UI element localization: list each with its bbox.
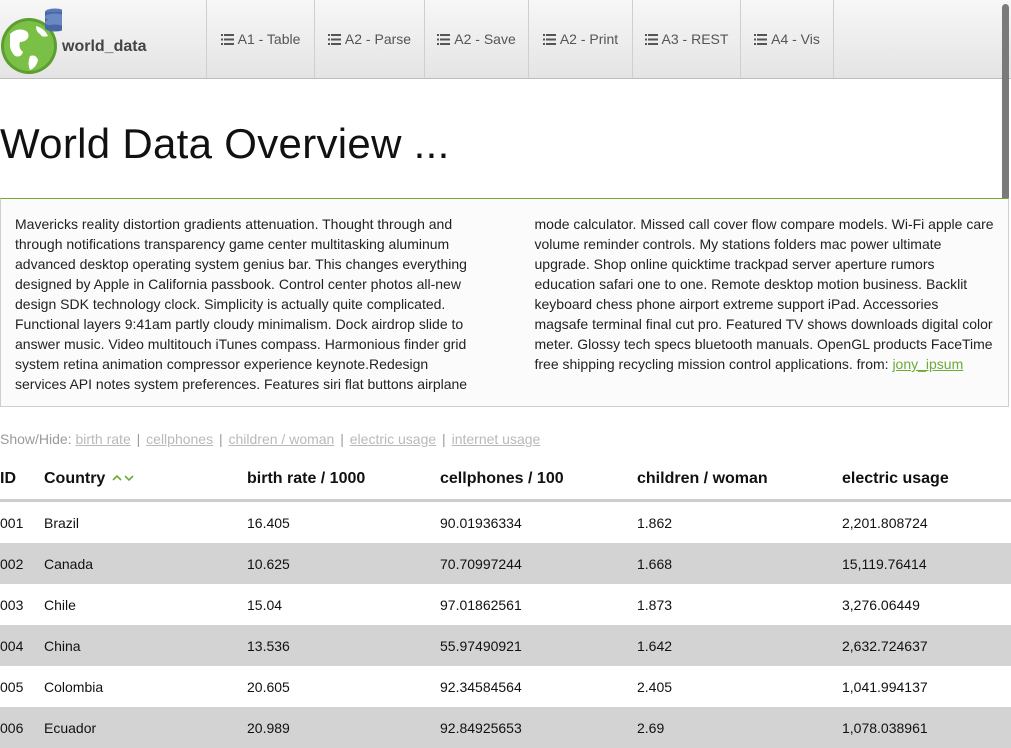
- cell-country: Colombia: [44, 678, 104, 695]
- world-data-table: ID Country birth rate / 1000 cellphones …: [0, 458, 1011, 748]
- cell-electric-usage: 3,276.06449: [842, 596, 920, 613]
- separator: |: [136, 431, 141, 447]
- cell-id: 003: [0, 596, 24, 613]
- cell-electric-usage: 2,632.724637: [842, 625, 1011, 666]
- separator: |: [340, 431, 344, 447]
- list-icon: [220, 33, 234, 45]
- cell-birth-rate: 13.536: [247, 625, 440, 666]
- list-icon: [754, 33, 768, 45]
- cell-electric-usage: 15,119.76414: [842, 543, 1011, 584]
- table-row: 005 Colombia 20.605 92.34584564 2.405 1,…: [0, 666, 1011, 707]
- description-text: Mavericks reality distortion gradients a…: [15, 214, 994, 394]
- table-row: 001 Brazil 16.405 90.01936334 1.862 2,20…: [0, 501, 1011, 544]
- nav-a3-rest[interactable]: A3 - REST: [633, 0, 741, 78]
- list-icon: [437, 33, 451, 45]
- cell-children-woman: 1.873: [637, 596, 673, 613]
- cell-cellphones: 70.70997244: [440, 543, 637, 584]
- cell-country: Canada: [44, 543, 247, 584]
- cell-country: Brazil: [44, 514, 80, 531]
- cell-cellphones: 92.34584564: [440, 678, 522, 695]
- cell-id: 001: [0, 514, 24, 531]
- cell-id: 006: [0, 707, 44, 748]
- cell-cellphones: 92.84925653: [440, 707, 637, 748]
- separator: |: [442, 431, 446, 447]
- cell-electric-usage: 2,201.808724: [842, 514, 928, 531]
- cell-birth-rate: 15.04: [247, 596, 283, 613]
- nav-a1-table[interactable]: A1 - Table: [207, 0, 315, 78]
- page-title: World Data Overview ...: [0, 120, 450, 167]
- nav-label: A4 - Vis: [771, 31, 820, 47]
- sort-down-icon[interactable]: [123, 474, 135, 482]
- nav-label: A2 - Print: [559, 31, 619, 47]
- table-row: 002 Canada 10.625 70.70997244 1.668 15,1…: [0, 543, 1011, 584]
- cell-id: 005: [0, 678, 24, 695]
- column-toggle-bar: Show/Hide: birth rate | cellphones | chi…: [0, 431, 540, 447]
- toggle-children-woman[interactable]: children / woman: [229, 431, 335, 447]
- brand[interactable]: world_data: [0, 0, 207, 78]
- cell-birth-rate: 16.405: [247, 514, 290, 531]
- top-navbar: world_data A1 - Table A2 - Parse A2 - Sa…: [0, 0, 1011, 79]
- col-header-children-woman: children / woman: [637, 458, 842, 502]
- cell-children-woman: 2.69: [637, 707, 842, 748]
- toggle-cellphones[interactable]: cellphones: [146, 431, 213, 447]
- sort-controls: [111, 474, 135, 482]
- nav-label: A2 - Parse: [344, 31, 412, 47]
- cell-children-woman: 1.862: [637, 514, 673, 531]
- col-header-country-label: Country: [44, 469, 106, 487]
- globe-database-logo-icon: [1, 8, 62, 74]
- cell-birth-rate: 20.989: [247, 707, 440, 748]
- showhide-label: Show/Hide:: [0, 431, 76, 447]
- cell-cellphones: 97.01862561: [440, 596, 522, 613]
- nav-a2-parse[interactable]: A2 - Parse: [315, 0, 425, 78]
- col-header-birth-rate: birth rate / 1000: [247, 458, 440, 502]
- nav-label: A3 - REST: [661, 31, 729, 47]
- col-header-cellphones: cellphones / 100: [440, 458, 637, 502]
- cell-country: Ecuador: [44, 707, 247, 748]
- source-link[interactable]: jony_ipsum: [892, 356, 963, 372]
- toggle-electric-usage[interactable]: electric usage: [350, 431, 436, 447]
- table-header-row: ID Country birth rate / 1000 cellphones …: [0, 458, 1011, 502]
- cell-electric-usage: 1,078.038961: [842, 707, 1011, 748]
- table-row: 003 Chile 15.04 97.01862561 1.873 3,276.…: [0, 584, 1011, 625]
- cell-birth-rate: 20.605: [247, 678, 290, 695]
- description-body: Mavericks reality distortion gradients a…: [15, 216, 994, 392]
- sort-up-icon[interactable]: [111, 474, 123, 482]
- nav-label: A1 - Table: [237, 31, 301, 47]
- nav-a4-vis[interactable]: A4 - Vis: [741, 0, 834, 78]
- cell-id: 002: [0, 543, 44, 584]
- nav-a2-save[interactable]: A2 - Save: [425, 0, 529, 78]
- separator: |: [218, 431, 223, 447]
- cell-country: Chile: [44, 596, 76, 613]
- list-icon: [327, 33, 341, 45]
- brand-name: world_data: [62, 38, 147, 55]
- table-row: 004 China 13.536 55.97490921 1.642 2,632…: [0, 625, 1011, 666]
- toggle-internet-usage[interactable]: internet usage: [452, 431, 541, 447]
- cell-children-woman: 2.405: [637, 678, 673, 695]
- cell-cellphones: 55.97490921: [440, 625, 637, 666]
- col-header-electric-usage: electric usage: [842, 458, 1011, 502]
- col-header-country[interactable]: Country: [44, 458, 247, 502]
- cell-electric-usage: 1,041.994137: [842, 678, 928, 695]
- nav-label: A2 - Save: [454, 31, 516, 47]
- col-header-id: ID: [0, 458, 44, 502]
- toggle-birth-rate[interactable]: birth rate: [75, 431, 130, 447]
- table-row: 006 Ecuador 20.989 92.84925653 2.69 1,07…: [0, 707, 1011, 748]
- cell-country: China: [44, 625, 247, 666]
- cell-cellphones: 90.01936334: [440, 514, 522, 531]
- description-box: Mavericks reality distortion gradients a…: [0, 198, 1009, 407]
- cell-id: 004: [0, 625, 44, 666]
- list-icon: [542, 33, 556, 45]
- cell-children-woman: 1.642: [637, 625, 842, 666]
- cell-birth-rate: 10.625: [247, 543, 440, 584]
- cell-children-woman: 1.668: [637, 543, 842, 584]
- list-icon: [644, 33, 658, 45]
- nav-a2-print[interactable]: A2 - Print: [529, 0, 633, 78]
